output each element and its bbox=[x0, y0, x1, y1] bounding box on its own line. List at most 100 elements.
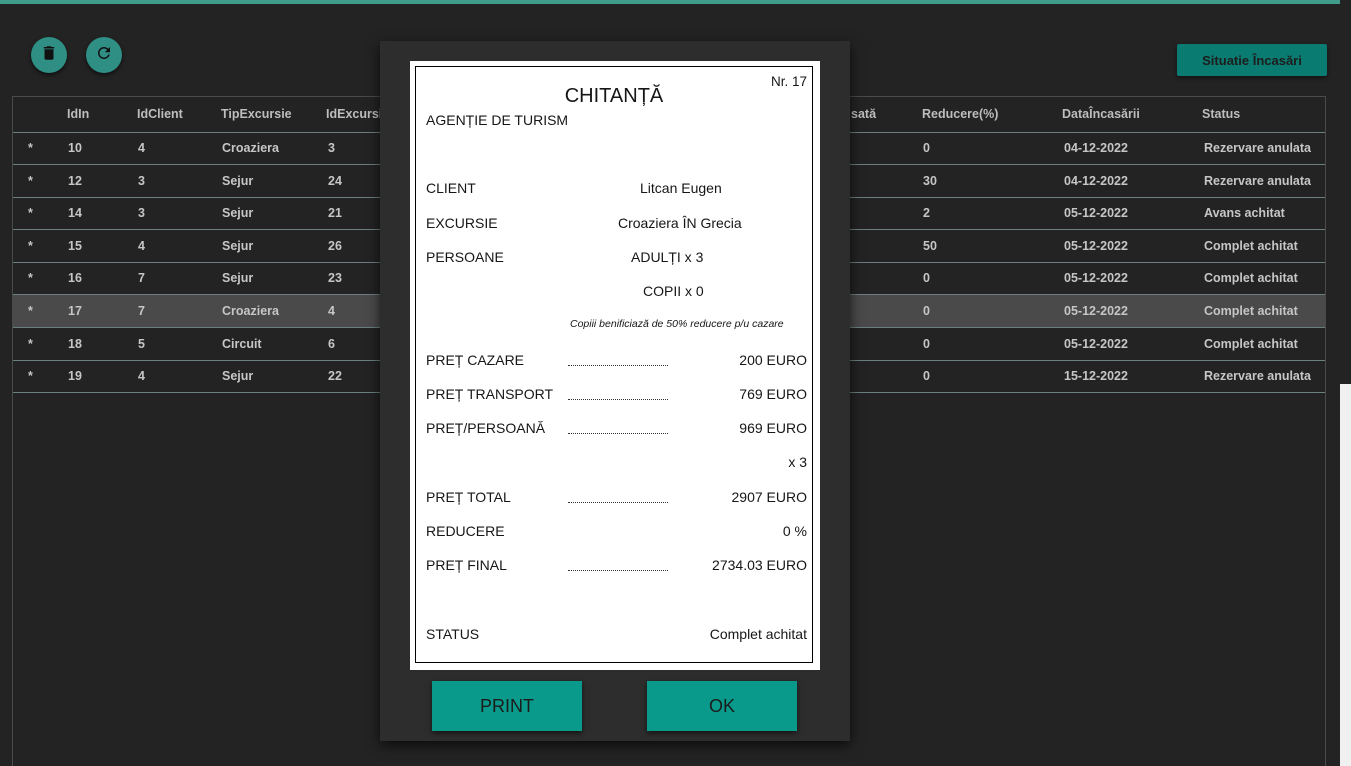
reducere-value: 0 % bbox=[782, 523, 807, 539]
cell-idin: 17 bbox=[68, 304, 82, 318]
cell-reducere: 0 bbox=[923, 336, 930, 351]
pret-persoana-label: PREȚ/PERSOANĂ bbox=[426, 420, 546, 436]
receipt-dialog: CHITANȚĂ Nr. 17 AGENȚIE DE TURISM CLIENT… bbox=[380, 41, 850, 741]
excursie-value: Croaziera ÎN Grecia bbox=[618, 215, 742, 231]
col-tipexcursie[interactable]: TipExcursie bbox=[221, 107, 292, 121]
cell-idin: 18 bbox=[68, 336, 82, 351]
cell-idclient: 4 bbox=[138, 141, 145, 155]
copii-value: COPII x 0 bbox=[643, 283, 704, 299]
cell-idclient: 3 bbox=[138, 206, 145, 221]
receipt-title: CHITANȚĂ bbox=[564, 85, 664, 107]
cell-tipexcursie: Sejur bbox=[222, 238, 254, 253]
row-marker: * bbox=[28, 336, 33, 351]
col-idin[interactable]: IdIn bbox=[67, 107, 89, 121]
cell-status: Complet achitat bbox=[1204, 271, 1298, 286]
cell-idin: 10 bbox=[68, 141, 82, 155]
cell-data-incasarii: 05-12-2022 bbox=[1064, 271, 1128, 286]
pret-transport-value: 769 EURO bbox=[739, 386, 807, 402]
cell-tipexcursie: Croaziera bbox=[222, 141, 279, 155]
persons-multiplier: x 3 bbox=[788, 454, 807, 470]
cell-data-incasarii: 15-12-2022 bbox=[1064, 369, 1128, 384]
persoane-label: PERSOANE bbox=[426, 249, 504, 265]
cell-data-incasarii: 04-12-2022 bbox=[1064, 141, 1128, 155]
delete-button[interactable] bbox=[31, 37, 67, 73]
cell-idexcursie: 23 bbox=[328, 271, 342, 286]
agency-name: AGENȚIE DE TURISM bbox=[426, 112, 569, 128]
col-idclient[interactable]: IdClient bbox=[137, 107, 183, 121]
cell-reducere: 30 bbox=[923, 173, 937, 188]
cell-reducere: 0 bbox=[923, 304, 930, 318]
cell-idexcursie: 26 bbox=[328, 238, 342, 253]
cell-idexcursie: 4 bbox=[328, 304, 335, 318]
cell-tipexcursie: Sejur bbox=[222, 271, 254, 286]
cell-idclient: 5 bbox=[138, 336, 145, 351]
cell-idexcursie: 6 bbox=[328, 336, 335, 351]
cell-idexcursie: 3 bbox=[328, 141, 335, 155]
excursie-label: EXCURSIE bbox=[426, 215, 498, 231]
cell-idin: 16 bbox=[68, 271, 82, 286]
status-value: Complet achitat bbox=[709, 626, 807, 642]
reducere-label: REDUCERE bbox=[426, 523, 505, 539]
receipt-frame: CHITANȚĂ Nr. 17 AGENȚIE DE TURISM CLIENT… bbox=[415, 66, 813, 663]
trash-icon bbox=[40, 44, 58, 67]
col-data-incasarii[interactable]: DataÎncasării bbox=[1062, 107, 1140, 121]
refresh-icon bbox=[95, 44, 113, 67]
cell-idclient: 7 bbox=[138, 304, 145, 318]
dotted-leader bbox=[568, 355, 668, 366]
col-suma-incasata[interactable]: sată bbox=[851, 107, 876, 121]
cell-tipexcursie: Circuit bbox=[222, 336, 262, 351]
cell-idclient: 4 bbox=[138, 369, 145, 384]
refresh-button[interactable] bbox=[86, 37, 122, 73]
pret-persoana-value: 969 EURO bbox=[739, 420, 807, 436]
cell-status: Avans achitat bbox=[1204, 206, 1285, 221]
adulti-value: ADULȚI x 3 bbox=[631, 249, 704, 265]
cell-reducere: 0 bbox=[923, 141, 930, 155]
receipt-number: Nr. 17 bbox=[770, 74, 807, 89]
cell-tipexcursie: Sejur bbox=[222, 369, 254, 384]
cell-reducere: 0 bbox=[923, 369, 930, 384]
row-marker: * bbox=[28, 271, 33, 286]
receipt-paper: CHITANȚĂ Nr. 17 AGENȚIE DE TURISM CLIENT… bbox=[410, 61, 820, 670]
cell-idin: 14 bbox=[68, 206, 82, 221]
col-idexcursie[interactable]: IdExcursi bbox=[326, 107, 382, 121]
cell-tipexcursie: Sejur bbox=[222, 206, 254, 221]
cell-status: Rezervare anulata bbox=[1204, 141, 1312, 155]
row-marker: * bbox=[28, 369, 33, 384]
pret-cazare-value: 200 EURO bbox=[739, 352, 807, 368]
dotted-leader bbox=[568, 560, 668, 571]
col-status[interactable]: Status bbox=[1202, 107, 1240, 121]
situatie-incasari-button[interactable]: Situatie Încasări bbox=[1177, 44, 1327, 76]
cell-tipexcursie: Sejur bbox=[222, 173, 254, 188]
client-value: Litcan Eugen bbox=[640, 180, 722, 196]
cell-idin: 19 bbox=[68, 369, 82, 384]
row-marker: * bbox=[28, 238, 33, 253]
dotted-leader bbox=[568, 423, 668, 434]
cell-status: Complet achitat bbox=[1204, 238, 1298, 253]
row-marker: * bbox=[28, 304, 33, 318]
cell-idclient: 3 bbox=[138, 173, 145, 188]
ok-button[interactable]: OK bbox=[647, 681, 797, 731]
cell-reducere: 0 bbox=[923, 271, 930, 286]
row-marker: * bbox=[28, 206, 33, 221]
cell-idin: 12 bbox=[68, 173, 82, 188]
cell-data-incasarii: 05-12-2022 bbox=[1064, 206, 1128, 221]
cell-status: Complet achitat bbox=[1204, 304, 1298, 318]
cell-data-incasarii: 05-12-2022 bbox=[1064, 238, 1128, 253]
top-accent-bar bbox=[0, 0, 1340, 4]
col-reducere[interactable]: Reducere(%) bbox=[922, 107, 998, 121]
pret-final-value: 2734.03 EURO bbox=[712, 557, 807, 573]
cell-idexcursie: 22 bbox=[328, 369, 342, 384]
children-discount-note: Copiii benificiază de 50% reducere p/u c… bbox=[570, 318, 784, 330]
print-button[interactable]: PRINT bbox=[432, 681, 582, 731]
row-marker: * bbox=[28, 173, 33, 188]
cell-idclient: 4 bbox=[138, 238, 145, 253]
cell-idexcursie: 21 bbox=[328, 206, 342, 221]
client-label: CLIENT bbox=[426, 180, 476, 196]
cell-idexcursie: 24 bbox=[328, 173, 342, 188]
scrollbar-thumb[interactable] bbox=[1340, 0, 1351, 384]
cell-data-incasarii: 05-12-2022 bbox=[1064, 304, 1128, 318]
cell-status: Rezervare anulata bbox=[1204, 369, 1312, 384]
row-marker: * bbox=[28, 141, 33, 155]
pret-total-label: PREȚ TOTAL bbox=[426, 489, 511, 505]
cell-data-incasarii: 04-12-2022 bbox=[1064, 173, 1128, 188]
